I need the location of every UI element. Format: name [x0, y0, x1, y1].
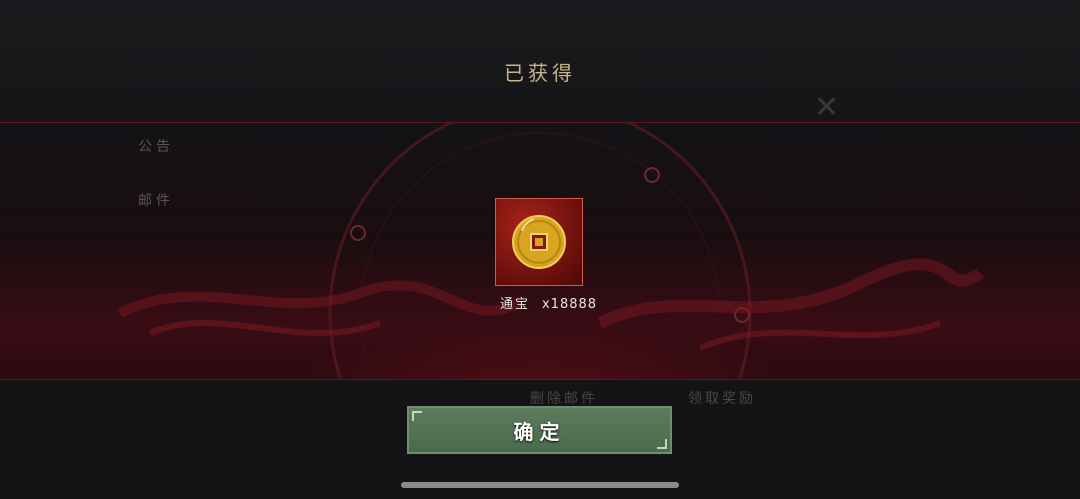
dialog-title: 已获得	[504, 61, 576, 85]
reward-item-quantity: x18888	[542, 297, 598, 312]
background-delete-mail-button: 删除邮件	[530, 391, 598, 407]
confirm-button-label: 确定	[513, 419, 566, 444]
background-claim-reward-button: 领取奖励	[688, 391, 756, 407]
home-indicator[interactable]	[401, 482, 679, 488]
background-sidebar-item-announcement: 公告	[138, 139, 174, 155]
reward-item-slot[interactable]	[495, 198, 583, 286]
background-close-icon: ✕	[814, 90, 840, 125]
reward-item-label: 通宝 x18888	[500, 293, 597, 312]
button-corner-decoration	[657, 439, 667, 449]
reward-item-name: 通宝	[500, 297, 531, 312]
confirm-button[interactable]: 确定	[407, 406, 672, 454]
background-sidebar-item-mail: 邮件	[138, 193, 174, 209]
copper-coin-icon	[512, 215, 566, 269]
button-corner-decoration	[412, 411, 422, 421]
